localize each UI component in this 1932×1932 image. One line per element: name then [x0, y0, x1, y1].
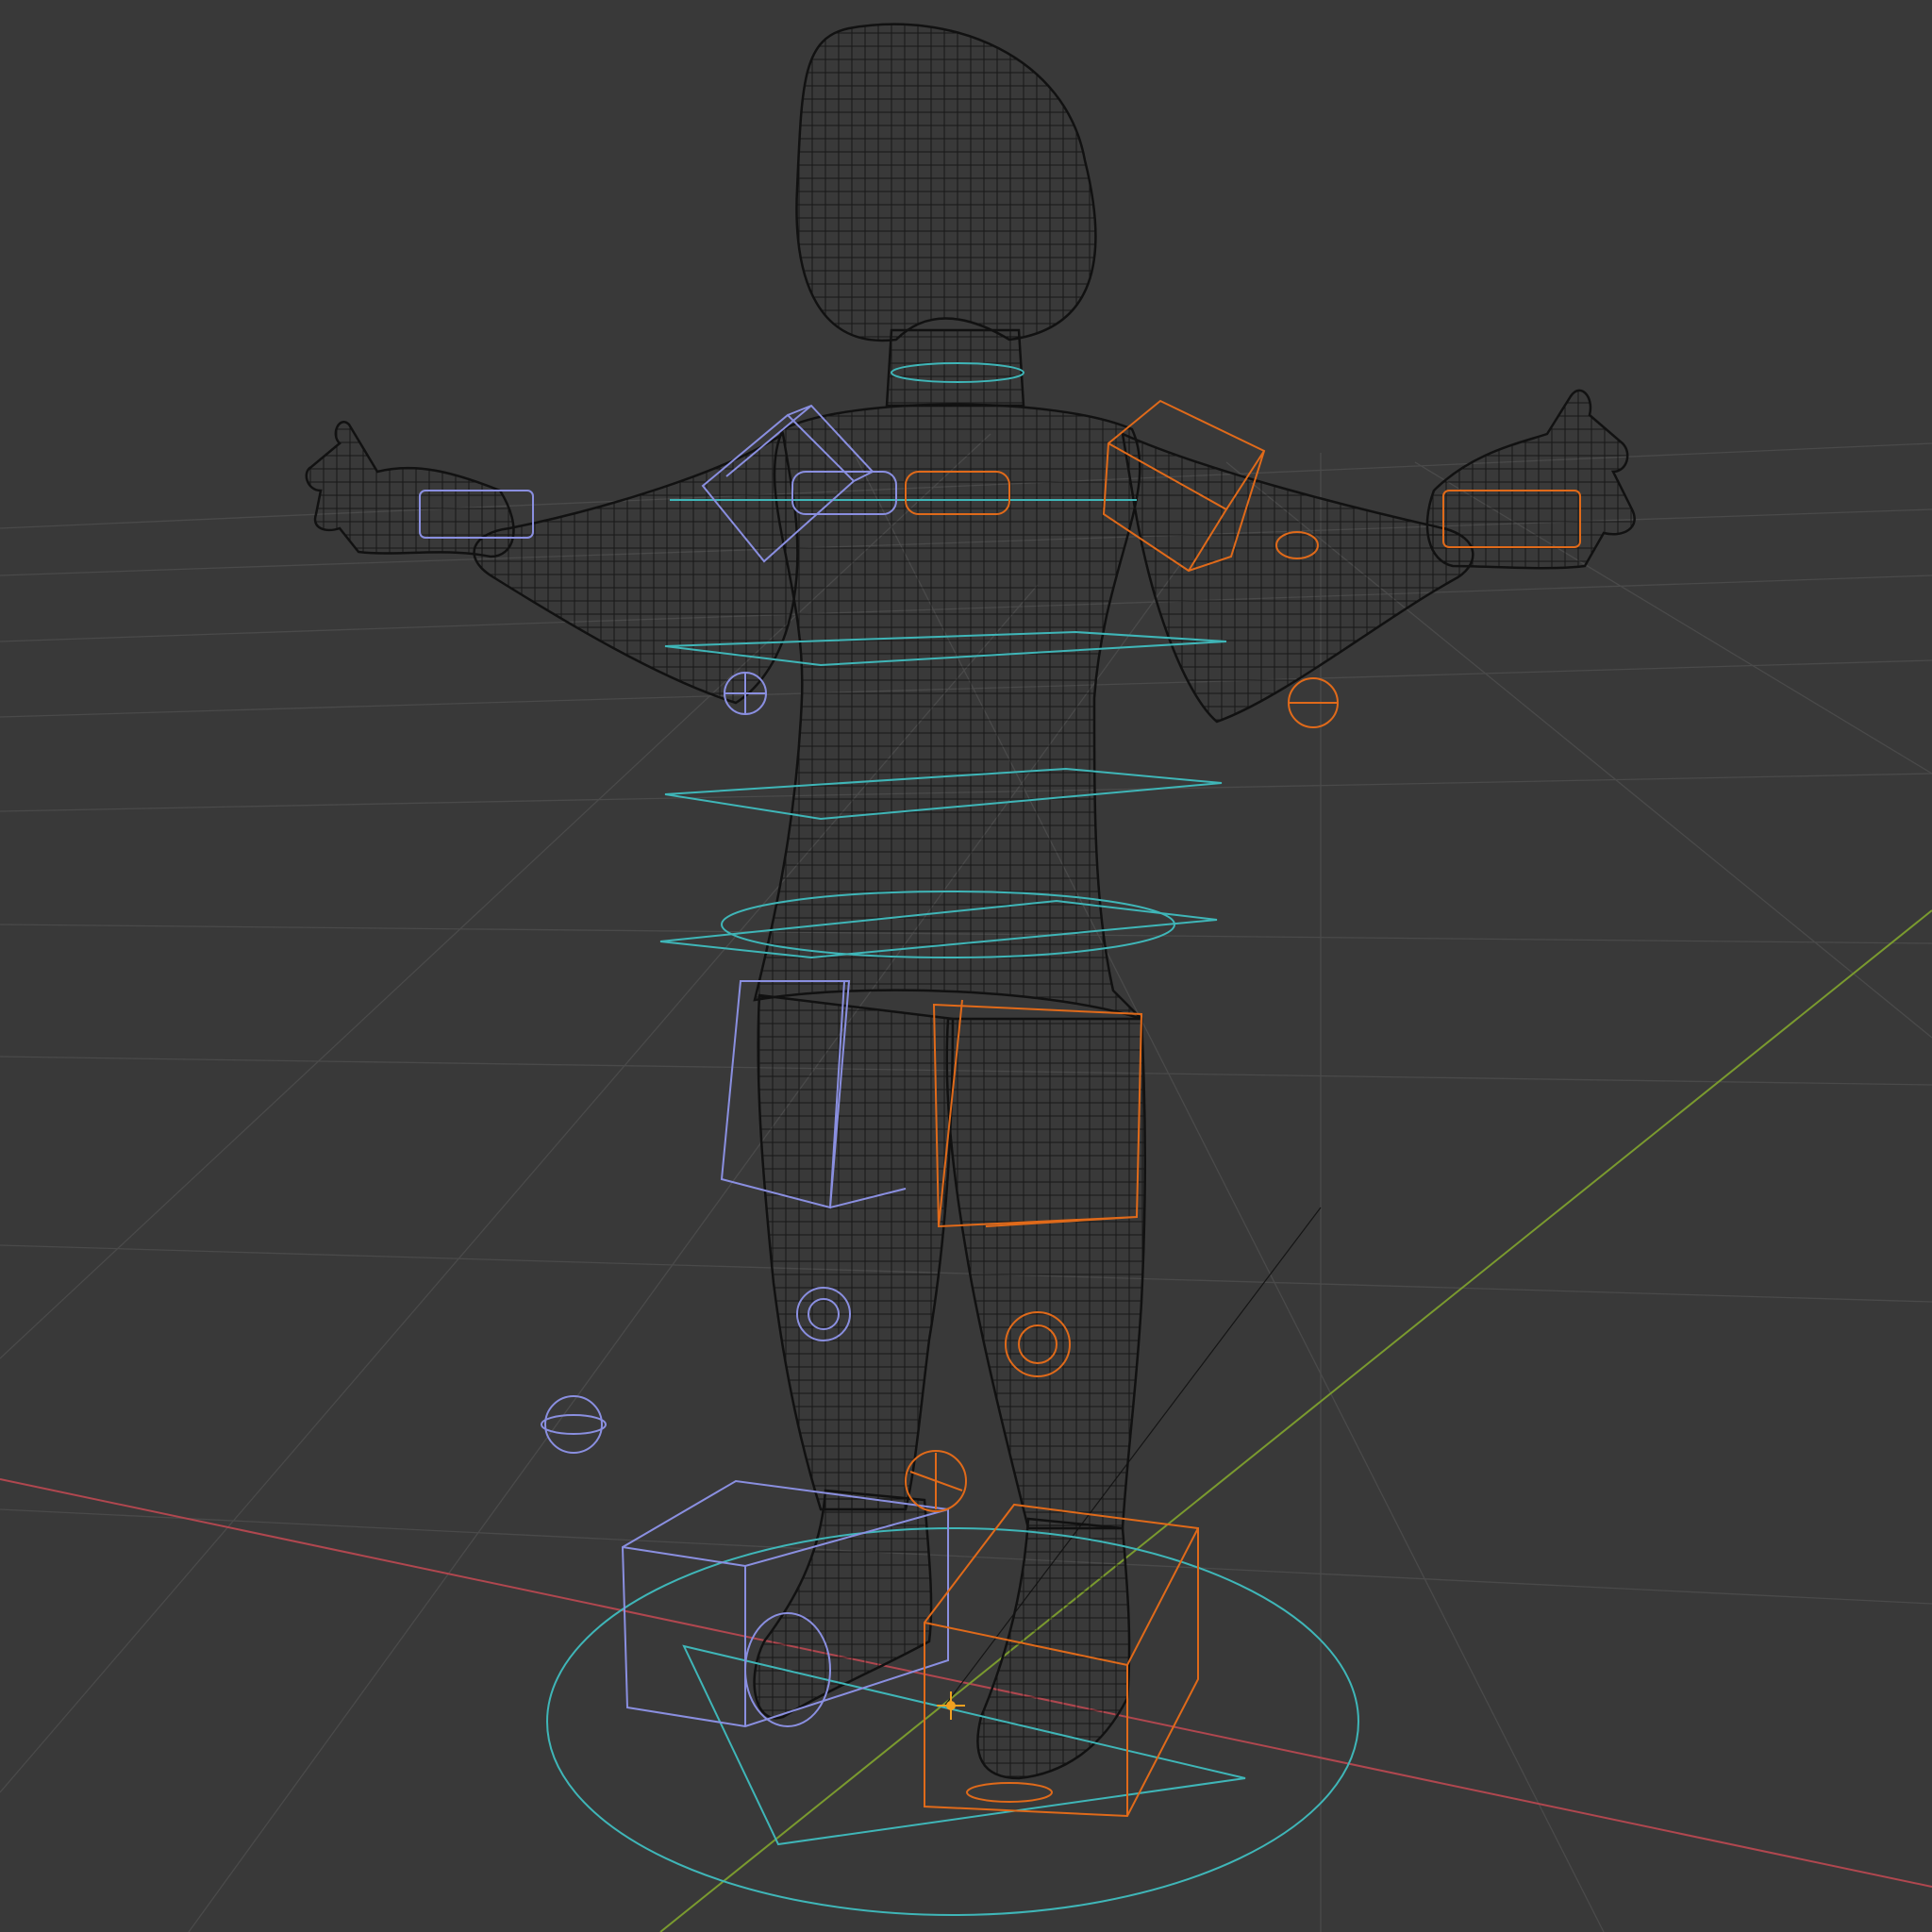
mesh-hand-left	[305, 421, 515, 558]
3d-viewport[interactable]	[0, 0, 1932, 1932]
mesh-leg-right	[945, 1017, 1146, 1530]
character-mesh-wireframe[interactable]	[305, 23, 1636, 1780]
viewport-canvas[interactable]	[0, 0, 1932, 1932]
mesh-arm-left	[473, 431, 799, 705]
origin-marker	[937, 1691, 965, 1720]
mesh-head	[795, 23, 1097, 342]
mesh-neck	[885, 328, 1025, 408]
mesh-hand-right	[1425, 389, 1636, 570]
floating-pole-control	[544, 1395, 603, 1454]
mesh-arm-right	[1121, 431, 1474, 724]
x-axis-line	[0, 1478, 1932, 1888]
mesh-leg-left	[757, 993, 955, 1511]
